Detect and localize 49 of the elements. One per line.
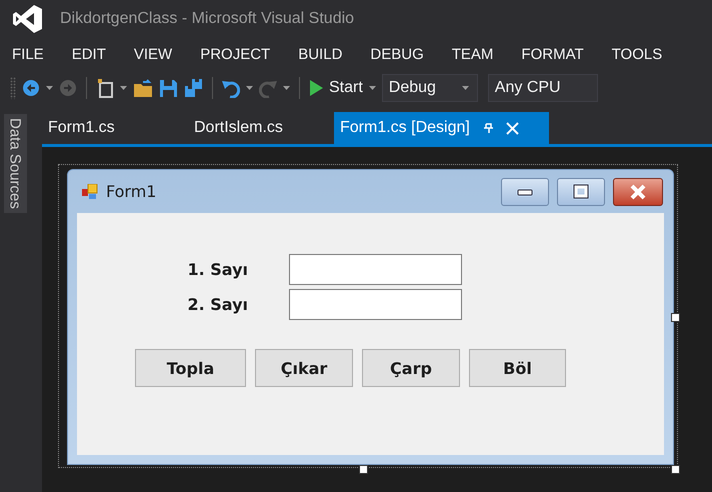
menu-item[interactable]: BUILD bbox=[298, 46, 342, 62]
folder-icon[interactable] bbox=[133, 78, 153, 98]
menu-item[interactable]: EDIT bbox=[72, 46, 106, 62]
menu-item[interactable]: DEBUG bbox=[370, 46, 424, 62]
form-title: Form1 bbox=[106, 182, 158, 201]
save-all-icon[interactable] bbox=[184, 78, 203, 98]
caret-icon[interactable] bbox=[46, 86, 53, 90]
form-icon bbox=[82, 184, 98, 200]
input-field[interactable] bbox=[289, 289, 462, 320]
window-title: DikdortgenClass - Microsoft Visual Studio bbox=[60, 10, 354, 28]
logo-icon bbox=[13, 4, 43, 34]
minimize-button[interactable] bbox=[501, 178, 549, 206]
form-button[interactable]: Çarp bbox=[362, 349, 460, 387]
new-project-icon[interactable] bbox=[96, 78, 114, 98]
document-tab[interactable]: Form1.cs [Design] bbox=[334, 112, 549, 144]
resize-handle[interactable] bbox=[359, 465, 368, 474]
back-icon[interactable] bbox=[22, 79, 40, 97]
pin-icon[interactable] bbox=[482, 122, 494, 134]
close-button[interactable] bbox=[613, 178, 663, 206]
data-sources-tab[interactable]: Data Sources bbox=[4, 114, 26, 213]
menu-item[interactable]: FILE bbox=[12, 46, 44, 62]
menu-item[interactable]: VIEW bbox=[134, 46, 172, 62]
menu-item[interactable]: FORMAT bbox=[521, 46, 584, 62]
configuration-dropdown[interactable]: Debug bbox=[382, 74, 478, 102]
document-tab[interactable]: DortIslem.cs bbox=[188, 112, 334, 144]
undo-icon[interactable] bbox=[222, 78, 240, 98]
document-tab[interactable]: Form1.cs bbox=[42, 112, 188, 144]
form-button[interactable]: Çıkar bbox=[255, 349, 353, 387]
maximize-button[interactable] bbox=[557, 178, 605, 206]
input-field[interactable] bbox=[289, 254, 462, 285]
start-button[interactable]: Start bbox=[329, 79, 363, 97]
close-icon[interactable] bbox=[506, 122, 519, 134]
menu-item[interactable]: PROJECT bbox=[200, 46, 270, 62]
form-button[interactable]: Böl bbox=[469, 349, 566, 387]
save-icon[interactable] bbox=[159, 78, 178, 98]
caret-icon[interactable] bbox=[283, 86, 290, 90]
menu-item[interactable]: TEAM bbox=[452, 46, 494, 62]
platform-dropdown[interactable]: Any CPU bbox=[488, 74, 598, 102]
caret-icon[interactable] bbox=[368, 86, 376, 90]
resize-handle[interactable] bbox=[671, 465, 680, 474]
resize-handle[interactable] bbox=[671, 313, 680, 322]
caret-icon bbox=[462, 86, 469, 90]
play-icon[interactable] bbox=[309, 79, 323, 97]
field-label: 1. Sayı bbox=[187, 260, 248, 279]
field-label: 2. Sayı bbox=[187, 295, 248, 314]
menu-item[interactable]: TOOLS bbox=[612, 46, 662, 62]
form-button[interactable]: Topla bbox=[135, 349, 246, 387]
caret-icon[interactable] bbox=[120, 86, 127, 90]
caret-icon[interactable] bbox=[246, 86, 253, 90]
